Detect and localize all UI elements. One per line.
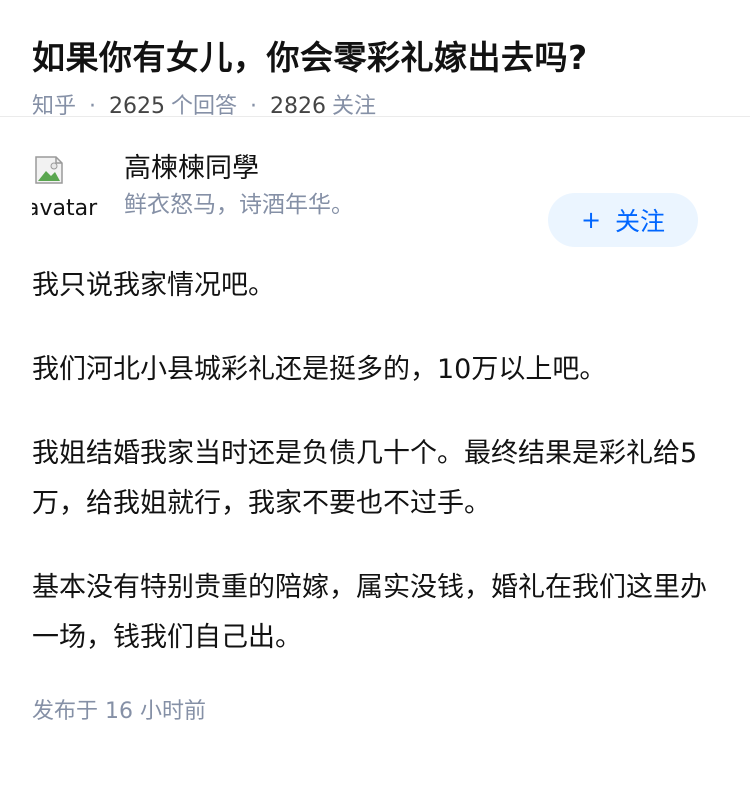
broken-image-icon — [35, 156, 63, 184]
follow-label: 关注 — [615, 207, 666, 236]
avatar-alt-text: avatar — [32, 196, 98, 221]
author-name[interactable]: 高楝楝同學 — [124, 151, 259, 187]
author-bio: 鲜衣怒马，诗酒年华。 — [124, 192, 354, 218]
follow-button[interactable]: + 关注 — [548, 193, 698, 247]
question-header: 如果你有女儿，你会零彩礼嫁出去吗? 知乎 · 2625 个回答 · 2826 关… — [0, 0, 750, 119]
answer-paragraph: 我姐结婚我家当时还是负债几十个。最终结果是彩礼给5万，给我姐就行，我家不要也不过… — [32, 438, 698, 519]
answer-paragraph: 基本没有特别贵重的陪嫁，属实没钱，婚礼在我们这里办一场，钱我们自己出。 — [32, 572, 707, 653]
question-title[interactable]: 如果你有女儿，你会零彩礼嫁出去吗? — [32, 34, 718, 82]
publish-time: 发布于 16 小时前 — [32, 699, 206, 724]
avatar[interactable]: avatar — [32, 155, 98, 221]
answer-paragraph: 我只说我家情况吧。 — [32, 270, 275, 301]
answer-paragraph: 我们河北小县城彩礼还是挺多的，10万以上吧。 — [32, 354, 607, 385]
answer-card: avatar 高楝楝同學 鲜衣怒马，诗酒年华。 + 关注 我只说我家情况吧。 我… — [0, 117, 750, 727]
answer-body[interactable]: 我只说我家情况吧。 我们河北小县城彩礼还是挺多的，10万以上吧。 我姐结婚我家当… — [32, 261, 718, 663]
author-row: avatar 高楝楝同學 鲜衣怒马，诗酒年华。 + 关注 — [32, 117, 718, 247]
plus-icon: + — [580, 206, 602, 234]
